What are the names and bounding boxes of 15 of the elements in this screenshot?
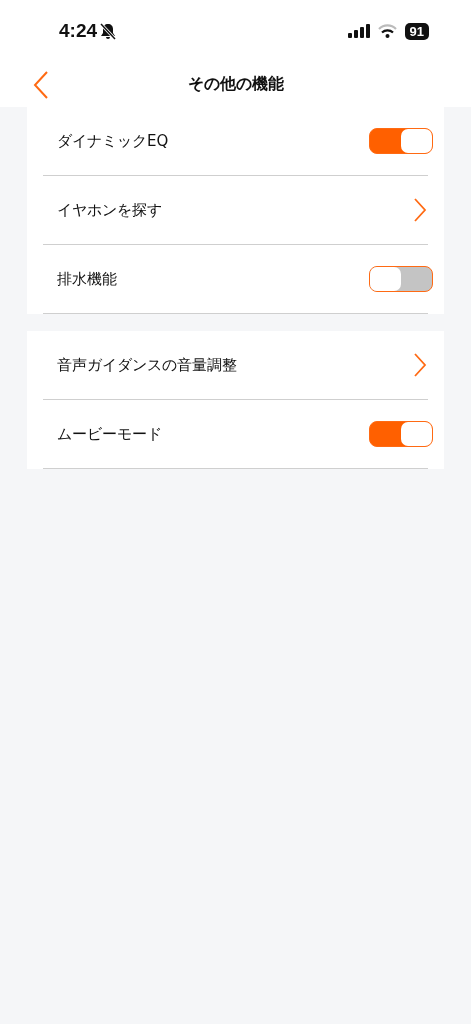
status-time: 4:24 [59, 20, 98, 42]
setting-label: ムービーモード [57, 424, 162, 444]
battery-level: 91 [404, 22, 429, 40]
toggle-switch[interactable] [369, 266, 433, 292]
chevron-right-icon [413, 352, 427, 378]
chevron-right-icon [413, 197, 427, 223]
signal-icon [347, 24, 370, 38]
page-title: その他の機能 [187, 74, 284, 95]
setting-label: イヤホンを探す [57, 200, 162, 220]
wifi-icon [377, 24, 397, 38]
setting-label: 排水機能 [57, 269, 117, 289]
toggle-switch[interactable] [369, 128, 433, 154]
setting-label: ダイナミックEQ [57, 131, 169, 151]
setting-label: 音声ガイダンスの音量調整 [57, 355, 237, 375]
toggle-switch[interactable] [369, 421, 433, 447]
